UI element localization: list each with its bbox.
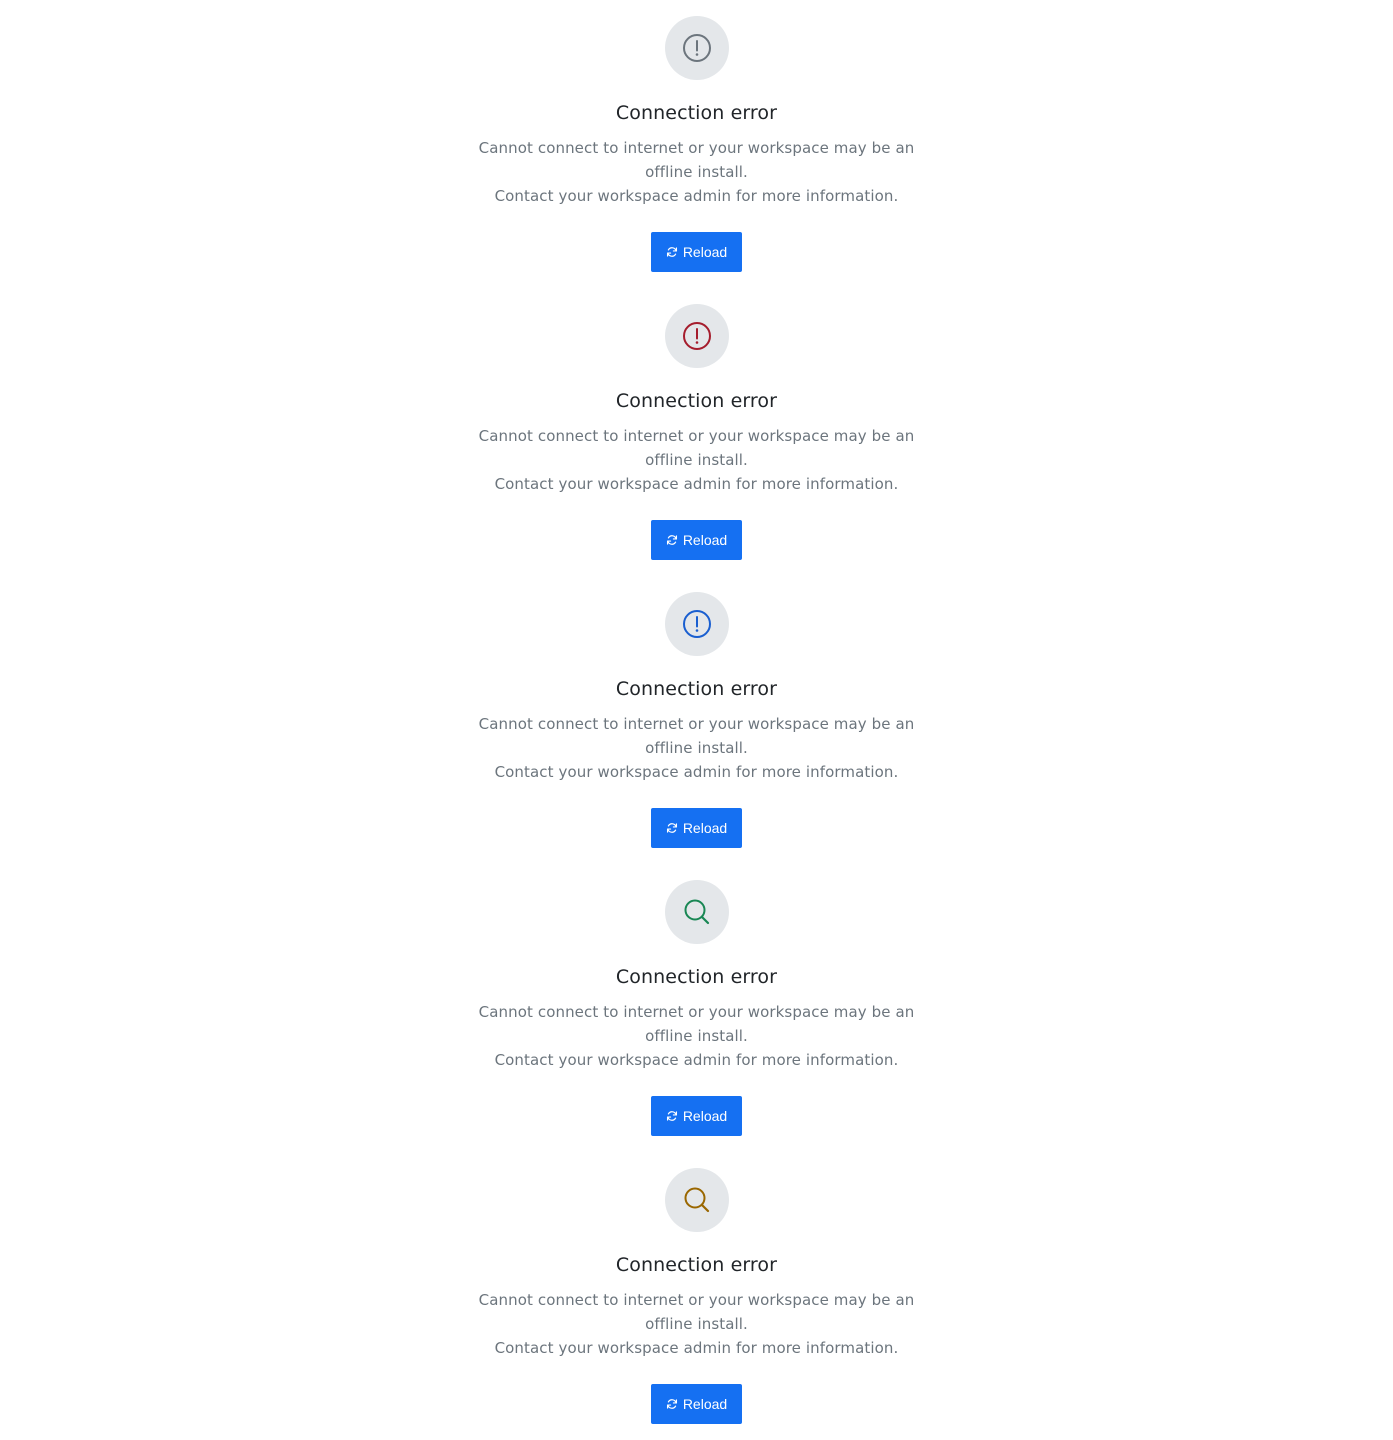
status-icon-circle (665, 304, 729, 368)
reload-button[interactable]: Reload (651, 1096, 742, 1136)
error-title: Connection error (615, 966, 778, 988)
error-description-line: Cannot connect to internet or your works… (478, 1291, 915, 1333)
error-description: Cannot connect to internet or your works… (471, 712, 922, 784)
error-state-stack: Connection error Cannot connect to inter… (0, 0, 1393, 1440)
refresh-icon (666, 1111, 677, 1121)
status-icon-circle (665, 16, 729, 80)
error-title: Connection error (615, 390, 778, 412)
status-icon-circle (665, 1168, 729, 1232)
error-description-line: Contact your workspace admin for more in… (494, 1339, 899, 1357)
error-description-line: Cannot connect to internet or your works… (478, 139, 915, 181)
reload-button-label: Reload (682, 1108, 728, 1124)
reload-button-label: Reload (682, 532, 728, 548)
status-icon-circle (665, 880, 729, 944)
reload-button-label: Reload (682, 820, 728, 836)
error-description: Cannot connect to internet or your works… (471, 136, 922, 208)
reload-button[interactable]: Reload (651, 1384, 742, 1424)
alert-circle-icon (683, 322, 711, 350)
error-description-line: Contact your workspace admin for more in… (494, 1051, 899, 1069)
connection-error-panel: Connection error Cannot connect to inter… (0, 288, 1393, 576)
search-icon (684, 1187, 710, 1213)
error-description-line: Cannot connect to internet or your works… (478, 1003, 915, 1045)
error-description-line: Contact your workspace admin for more in… (494, 187, 899, 205)
connection-error-panel: Connection error Cannot connect to inter… (0, 0, 1393, 288)
connection-error-panel: Connection error Cannot connect to inter… (0, 576, 1393, 864)
connection-error-panel: Connection error Cannot connect to inter… (0, 1152, 1393, 1440)
reload-button[interactable]: Reload (651, 232, 742, 272)
alert-circle-icon (683, 34, 711, 62)
error-title: Connection error (615, 102, 778, 124)
refresh-icon (666, 247, 677, 257)
refresh-icon (666, 823, 677, 833)
error-title: Connection error (615, 1254, 778, 1276)
error-description-line: Contact your workspace admin for more in… (494, 763, 899, 781)
refresh-icon (666, 1399, 677, 1409)
reload-button-label: Reload (682, 1396, 728, 1412)
search-icon (684, 899, 710, 925)
error-description-line: Contact your workspace admin for more in… (494, 475, 899, 493)
status-icon-circle (665, 592, 729, 656)
error-description: Cannot connect to internet or your works… (471, 1288, 922, 1360)
refresh-icon (666, 535, 677, 545)
error-description-line: Cannot connect to internet or your works… (478, 715, 915, 757)
reload-button[interactable]: Reload (651, 520, 742, 560)
error-description-line: Cannot connect to internet or your works… (478, 427, 915, 469)
error-description: Cannot connect to internet or your works… (471, 424, 922, 496)
reload-button-label: Reload (682, 244, 728, 260)
reload-button[interactable]: Reload (651, 808, 742, 848)
alert-circle-icon (683, 610, 711, 638)
error-title: Connection error (615, 678, 778, 700)
connection-error-panel: Connection error Cannot connect to inter… (0, 864, 1393, 1152)
error-description: Cannot connect to internet or your works… (471, 1000, 922, 1072)
